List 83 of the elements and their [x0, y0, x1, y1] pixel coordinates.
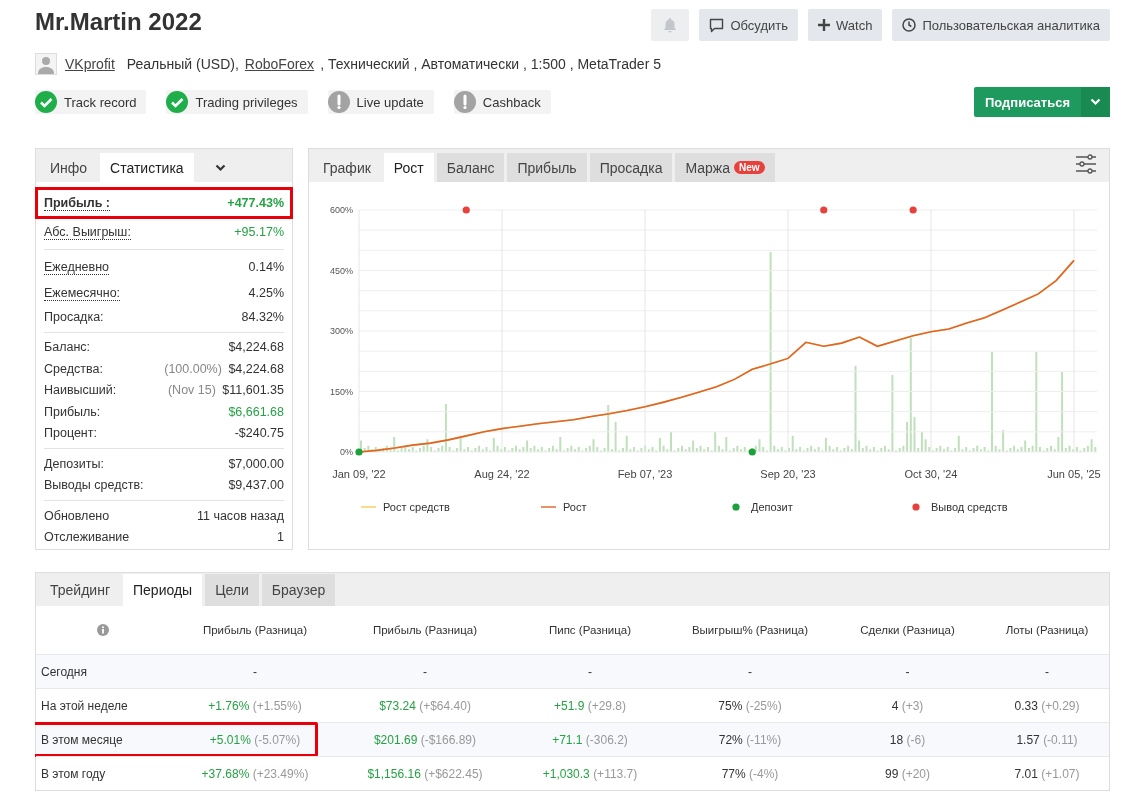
y-axis-label: 150% — [329, 386, 353, 397]
stat-value: $7,000.00 — [228, 456, 284, 471]
stat-label: Просадка: — [44, 309, 104, 324]
table-cell-text: $201.69 (-$166.89) — [372, 732, 478, 747]
stat-note: (Nov 15) — [167, 383, 216, 398]
account-details: , Технический , Автоматически , 1:500 , MetaTrader 5 — [320, 56, 661, 72]
x-axis-label: Feb 07, '23 — [617, 468, 673, 480]
stat-value: 0.14% — [248, 260, 284, 274]
stat-value: +95.17% — [234, 225, 284, 239]
column-header: Лоты (Разница) — [1004, 624, 1090, 636]
row-label: На этой неделе — [40, 698, 129, 713]
table-cell-text: - — [747, 664, 753, 679]
table-cell-text: $1,156.16 (+$622.45) — [366, 766, 484, 781]
table-cell-text: +37.68% (+23.49%) — [200, 766, 310, 781]
stat-value: 11 часов назад — [196, 508, 284, 523]
table-cell-text: 0.33 (+0.29) — [1013, 698, 1081, 713]
stat-value: $9,437.00 — [228, 478, 284, 493]
column-header: Прибыль (Разница) — [201, 624, 309, 636]
stat-label: Ежемесячно: — [44, 285, 121, 301]
stat-label: Депозиты: — [44, 456, 104, 471]
stat-value: $11,601.35 — [222, 383, 284, 398]
stat-value: $4,224.68 — [228, 361, 284, 376]
x-axis-label: Aug 24, '22 — [474, 468, 530, 480]
column-header: Выигрыш% (Разница) — [690, 624, 810, 636]
stat-value: 4.25% — [248, 286, 284, 300]
stat-label: Отслеживание — [44, 530, 130, 545]
status-badge: Trading privileges — [166, 90, 308, 114]
table-cell-text: - — [904, 664, 911, 679]
table-cell-text: 77% (-4%) — [720, 766, 780, 781]
status-badge: Cashback — [453, 90, 551, 114]
stat-value: $4,224.68 — [228, 340, 284, 355]
stat-label: Обновлено — [44, 508, 110, 523]
table-cell-text: +1,030.3 (+113.7) — [541, 766, 639, 781]
stat-value: 84.32% — [241, 309, 284, 324]
stat-label: Выводы средств: — [44, 478, 144, 493]
new-badge: New — [734, 161, 765, 174]
table-cell-text: - — [252, 664, 258, 679]
stat-value: 1 — [277, 530, 284, 545]
table-cell-text: $73.24 (+$64.40) — [378, 698, 472, 713]
row-label: В этом году — [40, 766, 107, 781]
stat-label: Процент: — [44, 426, 97, 441]
row-label: В этом месяце — [40, 732, 124, 747]
x-axis-label: Sep 20, '23 — [760, 468, 816, 480]
stat-label: Наивысший: — [44, 383, 117, 398]
x-axis-label: Oct 30, '24 — [904, 468, 958, 480]
table-cell-text: - — [587, 664, 593, 679]
x-axis-label: Jun 05, '25 — [1047, 468, 1101, 480]
y-axis-label: 600% — [329, 205, 353, 215]
stat-label: Средства: — [44, 361, 103, 376]
table-cell-text: 75% (-25%) — [717, 698, 783, 713]
stat-label: Абс. Выигрыш: — [44, 224, 131, 240]
table-cell-text: 7.01 (+1.07) — [1013, 766, 1081, 781]
status-badge: Track record — [35, 90, 147, 114]
column-header: Прибыль (Разница) — [371, 624, 479, 636]
table-cell-text: 72% (-11%) — [717, 732, 783, 747]
column-header: Пипс (Разница) — [547, 624, 633, 636]
table-cell-text: - — [422, 664, 428, 679]
table-cell-text: - — [1044, 664, 1050, 679]
status-badge: Live update — [327, 90, 434, 114]
y-axis-label: 0% — [340, 447, 353, 457]
stat-value: -$240.75 — [234, 426, 284, 441]
row-label: Сегодня — [40, 664, 88, 679]
x-axis-label: Jan 09, '22 — [332, 468, 386, 480]
stat-label: Прибыль: — [44, 404, 101, 419]
table-cell-text: +1.76% (+1.55%) — [207, 698, 303, 713]
stat-note: (100.00%) — [164, 361, 222, 376]
column-header: Сделки (Разница) — [859, 624, 956, 636]
stat-label: Прибыль : — [44, 195, 110, 211]
page-title: Mr.Martin 2022 — [35, 8, 202, 36]
stat-value: $6,661.68 — [228, 404, 284, 419]
table-cell-text: 99 (+20) — [883, 766, 932, 781]
table-cell-text: 1.57 (-0.11) — [1015, 732, 1079, 747]
account-details: Реальный (USD), — [126, 56, 239, 72]
table-cell-text: +71.1 (-306.2) — [551, 732, 629, 747]
table-cell-text: +51.9 (+29.8) — [552, 698, 628, 713]
y-axis-label: 300% — [329, 326, 353, 336]
table-cell-text: 4 (+3) — [890, 698, 925, 713]
stat-label: Ежедневно — [44, 259, 110, 275]
stat-value: +477.43% — [227, 196, 284, 210]
table-cell-text: 18 (-6) — [888, 732, 927, 747]
y-axis-label: 450% — [329, 265, 353, 276]
stat-label: Баланс: — [44, 340, 91, 355]
table-cell-text: +5.01% (-5.07%) — [208, 732, 302, 747]
